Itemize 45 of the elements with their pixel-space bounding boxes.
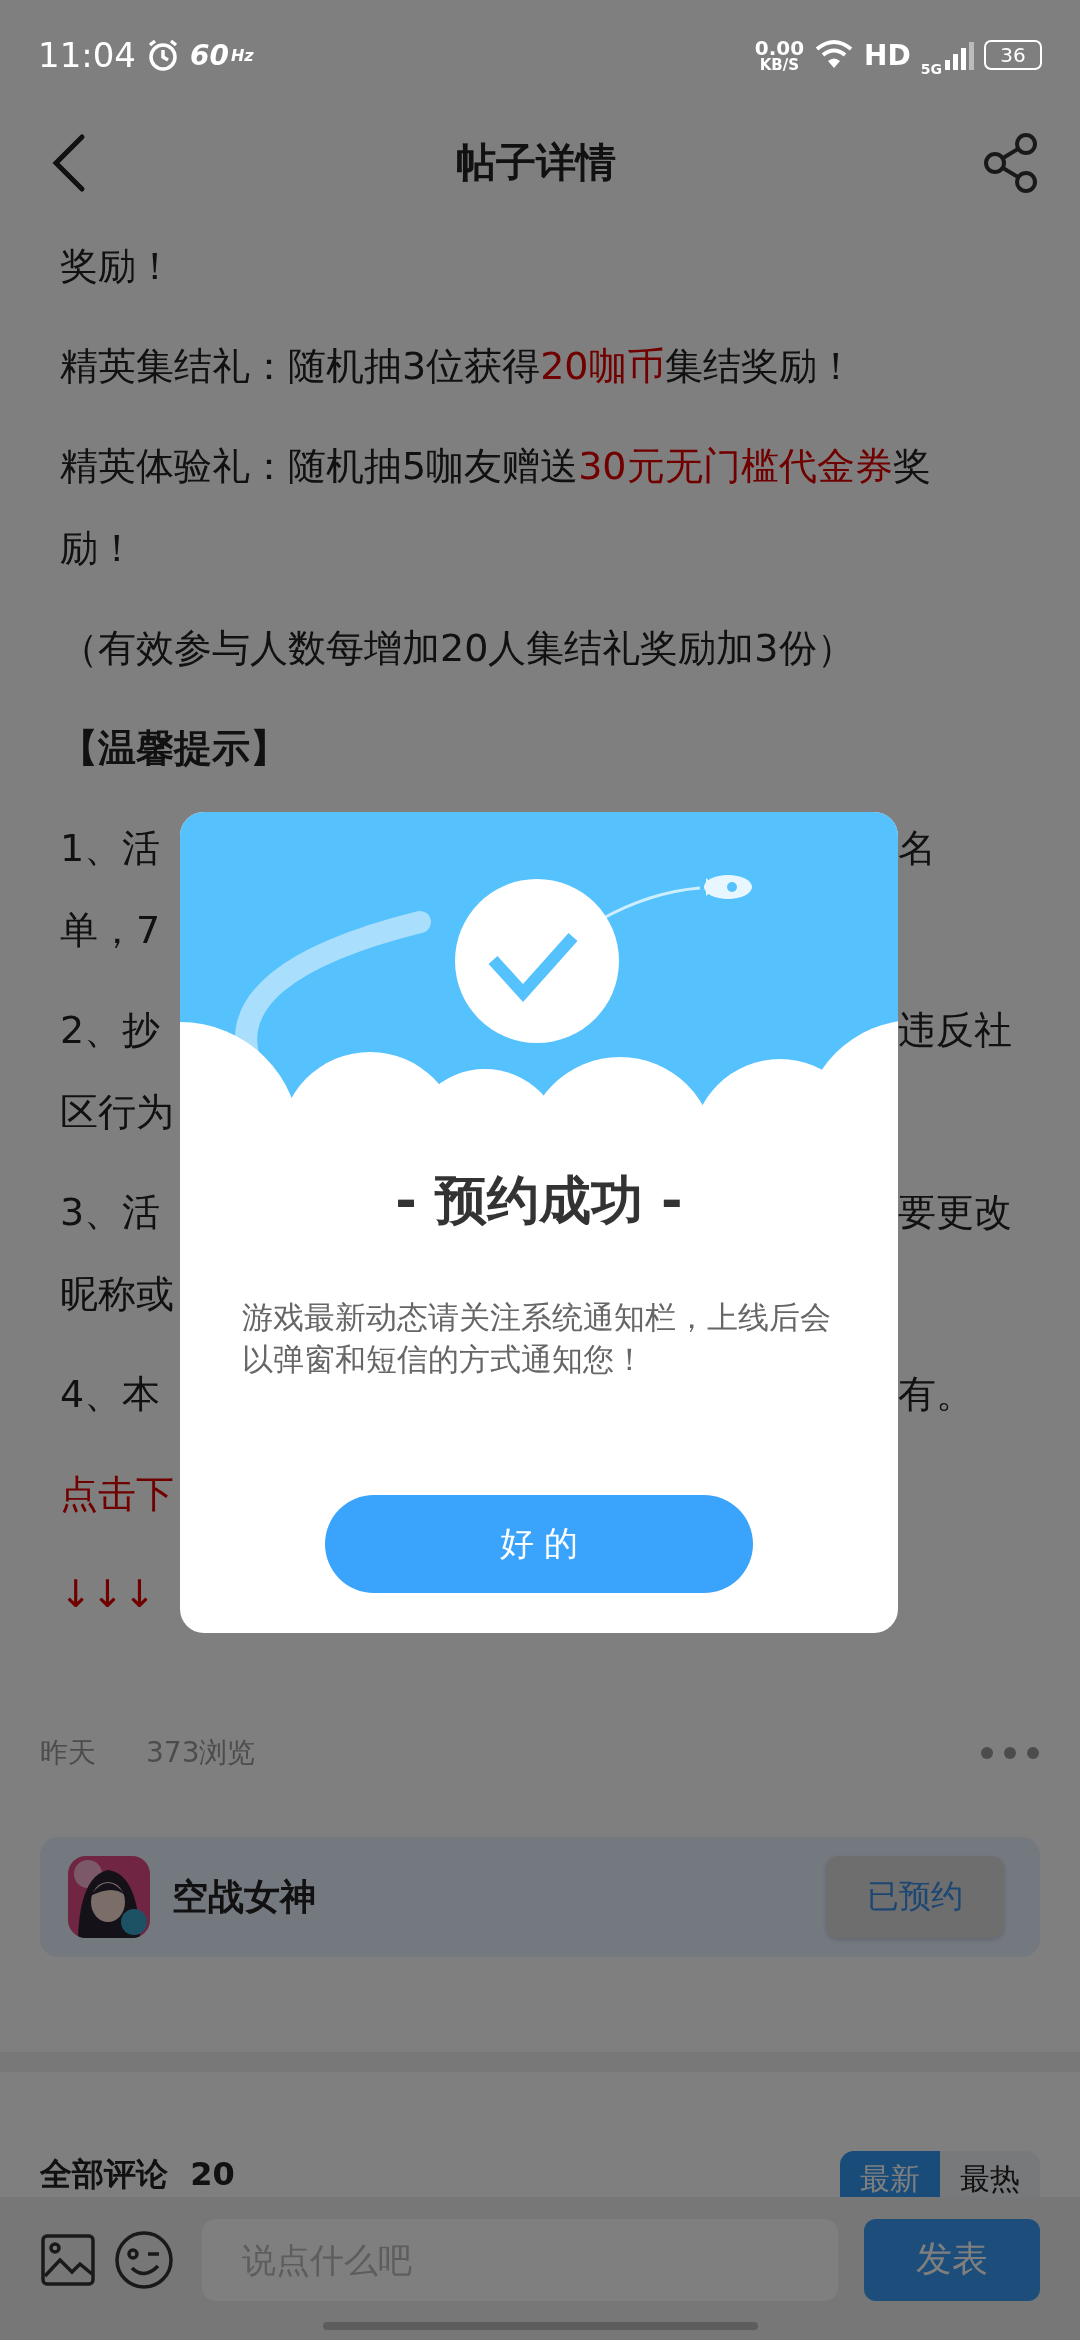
net-unit: KB/S — [759, 57, 800, 73]
net-speed: 0.00 — [754, 37, 805, 58]
status-time: 11:04 — [38, 35, 136, 75]
article-text: （有效参与人数每增加20人集结礼奖励加3份） — [60, 624, 855, 672]
sort-tab[interactable]: 最热 — [940, 2151, 1040, 2197]
article-text: 有。 — [898, 1370, 975, 1418]
article-text: 4、本 — [60, 1370, 161, 1418]
article-text: 违反社 — [898, 1006, 1013, 1054]
article-text: 奖励！ — [60, 242, 174, 290]
article-text: 精英体验礼：随机抽5咖友赠送30元无门槛代金券奖 — [60, 442, 931, 490]
section-heading: 【温馨提示】 — [60, 724, 288, 772]
article-text: 3、活 — [60, 1188, 161, 1236]
article-text: 点击下 — [60, 1470, 174, 1518]
game-name: 空战女神 — [172, 1874, 317, 1919]
article-text: 1、活 — [60, 824, 161, 872]
comments-heading: 全部评论 20 — [40, 2154, 235, 2195]
reserved-button[interactable]: 已预约 — [826, 1856, 1004, 1938]
rocket-icon — [704, 875, 752, 899]
refresh-rate: 60 — [190, 38, 229, 72]
page-title: 帖子详情 — [456, 138, 616, 187]
refresh-unit: Hz — [230, 45, 254, 65]
alarm-icon — [146, 38, 180, 72]
ok-button[interactable]: 好 的 — [325, 1495, 753, 1593]
article-text: 精英集结礼：随机抽3位获得20咖币集结奖励！ — [60, 342, 855, 390]
battery-level: 36 — [984, 40, 1042, 70]
article-text: 区行为 — [60, 1088, 174, 1136]
hd-label: HD — [864, 38, 911, 72]
send-button[interactable]: 发表 — [864, 2218, 1040, 2301]
article-text: ↓↓↓ — [60, 1572, 156, 1616]
network-type: 5G — [920, 61, 942, 77]
article-text: 昵称或 — [60, 1270, 174, 1318]
image-icon[interactable] — [40, 2231, 96, 2288]
dialog-title: - 预约成功 - — [395, 1169, 683, 1232]
check-icon — [455, 879, 619, 1043]
article-text: 名 — [898, 824, 937, 872]
article-text: 2、抄 — [60, 1006, 161, 1054]
article-text: 单，7 — [60, 906, 161, 954]
share-icon[interactable] — [982, 131, 1040, 194]
emoji-icon[interactable] — [114, 2229, 174, 2290]
more-icon[interactable] — [980, 1746, 1040, 1760]
dialog-message: 游戏最新动态请关注系统通知栏，上线后会以弹窗和短信的方式通知您！ — [242, 1298, 832, 1379]
signal-icon — [944, 40, 974, 70]
article-text: 要更改 — [898, 1188, 1013, 1236]
sort-tab[interactable]: 最新 — [840, 2151, 940, 2197]
article-text: 励！ — [60, 524, 136, 572]
